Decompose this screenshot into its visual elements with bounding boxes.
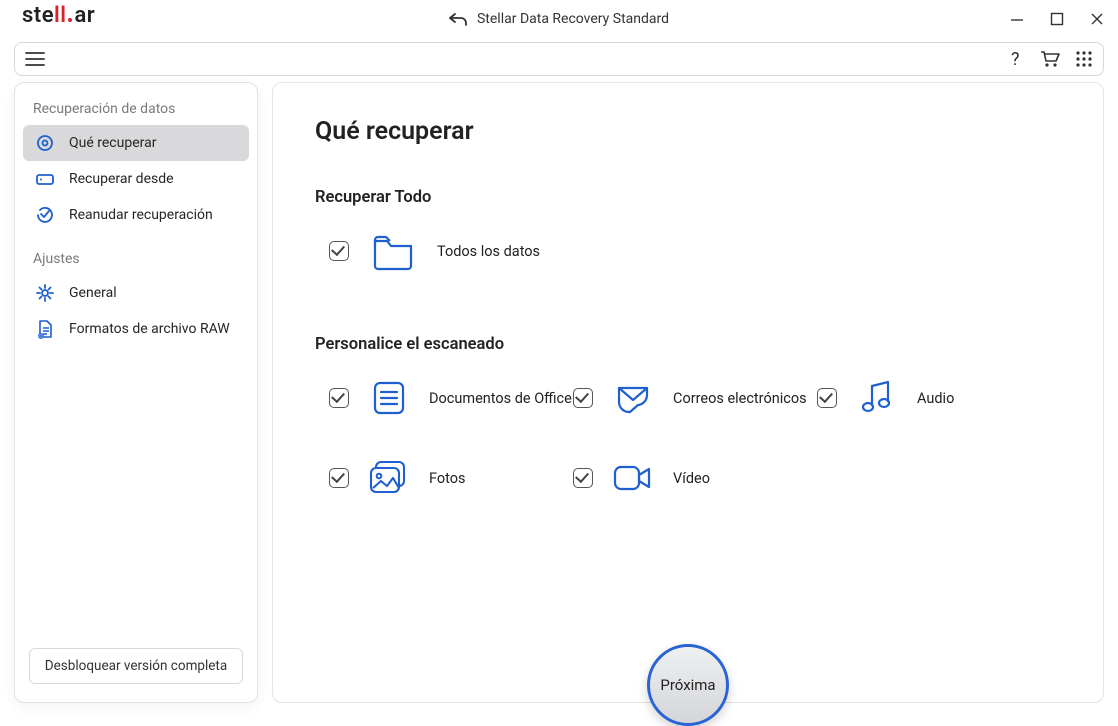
option-all-data-label: Todos los datos — [437, 243, 540, 260]
mail-icon — [611, 376, 655, 420]
cart-icon[interactable] — [1039, 49, 1061, 69]
target-icon — [35, 133, 55, 153]
sidebar-item-label: Recuperar desde — [69, 171, 174, 187]
sidebar-item-general[interactable]: General — [23, 275, 249, 311]
main-panel: Qué recuperar Recuperar Todo Todos los d… — [272, 82, 1104, 703]
sidebar-section-settings: Ajustes — [23, 247, 249, 275]
photo-icon — [367, 456, 411, 500]
sidebar-item-label: Reanudar recuperación — [69, 207, 213, 223]
unlock-full-version-button[interactable]: Desbloquear versión completa — [29, 648, 243, 684]
checkbox-video[interactable] — [573, 468, 593, 488]
logo-dot-icon — [68, 18, 72, 22]
option-label: Documentos de Office — [429, 390, 572, 407]
option-label: Vídeo — [673, 470, 710, 487]
stellar-logo: stellar — [22, 3, 95, 36]
window-close-button[interactable] — [1090, 12, 1104, 26]
checkbox-all-data[interactable] — [329, 241, 349, 261]
checkbox-audio[interactable] — [817, 388, 837, 408]
toolbar: ? — [14, 42, 1104, 76]
window-maximize-button[interactable] — [1050, 12, 1064, 26]
document-icon — [367, 376, 411, 420]
recover-all-heading: Recuperar Todo — [315, 188, 1061, 207]
sidebar-item-label: Formatos de archivo RAW — [69, 321, 230, 337]
video-icon — [611, 456, 655, 500]
app-window: stellar Stellar Data Recovery Standard — [0, 0, 1118, 723]
help-icon[interactable]: ? — [1007, 48, 1025, 70]
option-audio: Audio — [817, 376, 1061, 420]
sidebar-item-label: General — [69, 285, 117, 301]
next-button-label: Próxima — [660, 676, 715, 694]
file-icon — [35, 319, 55, 339]
option-emails: Correos electrónicos — [573, 376, 817, 420]
customize-scan-heading: Personalice el escaneado — [315, 335, 1061, 354]
folder-icon — [371, 229, 415, 273]
undo-icon[interactable] — [449, 11, 467, 27]
unlock-label: Desbloquear versión completa — [45, 658, 227, 674]
sidebar-item-what-to-recover[interactable]: Qué recuperar — [23, 125, 249, 161]
next-button[interactable]: Próxima — [647, 644, 729, 726]
drive-icon — [35, 169, 55, 189]
option-photos: Fotos — [329, 456, 573, 500]
option-label: Audio — [917, 390, 954, 407]
sidebar-item-recover-from[interactable]: Recuperar desde — [23, 161, 249, 197]
apps-grid-icon[interactable] — [1075, 50, 1093, 68]
svg-text:?: ? — [1011, 49, 1020, 70]
app-title: Stellar Data Recovery Standard — [477, 11, 669, 27]
sidebar-section-recovery: Recuperación de datos — [23, 97, 249, 125]
sidebar: Recuperación de datos Qué recuperar Recu… — [14, 82, 258, 703]
checkbox-emails[interactable] — [573, 388, 593, 408]
sidebar-item-raw-formats[interactable]: Formatos de archivo RAW — [23, 311, 249, 347]
titlebar: stellar Stellar Data Recovery Standard — [0, 0, 1118, 38]
option-label: Fotos — [429, 470, 466, 487]
checkbox-photos[interactable] — [329, 468, 349, 488]
option-documents: Documentos de Office — [329, 376, 573, 420]
option-label: Correos electrónicos — [673, 390, 807, 407]
resume-icon — [35, 205, 55, 225]
sidebar-item-label: Qué recuperar — [69, 135, 156, 151]
sidebar-item-resume-recovery[interactable]: Reanudar recuperación — [23, 197, 249, 233]
gear-icon — [35, 283, 55, 303]
window-minimize-button[interactable] — [1010, 12, 1024, 26]
option-video: Vídeo — [573, 456, 817, 500]
music-icon — [855, 376, 899, 420]
checkbox-documents[interactable] — [329, 388, 349, 408]
menu-icon[interactable] — [25, 51, 45, 67]
page-title: Qué recuperar — [315, 117, 1061, 146]
